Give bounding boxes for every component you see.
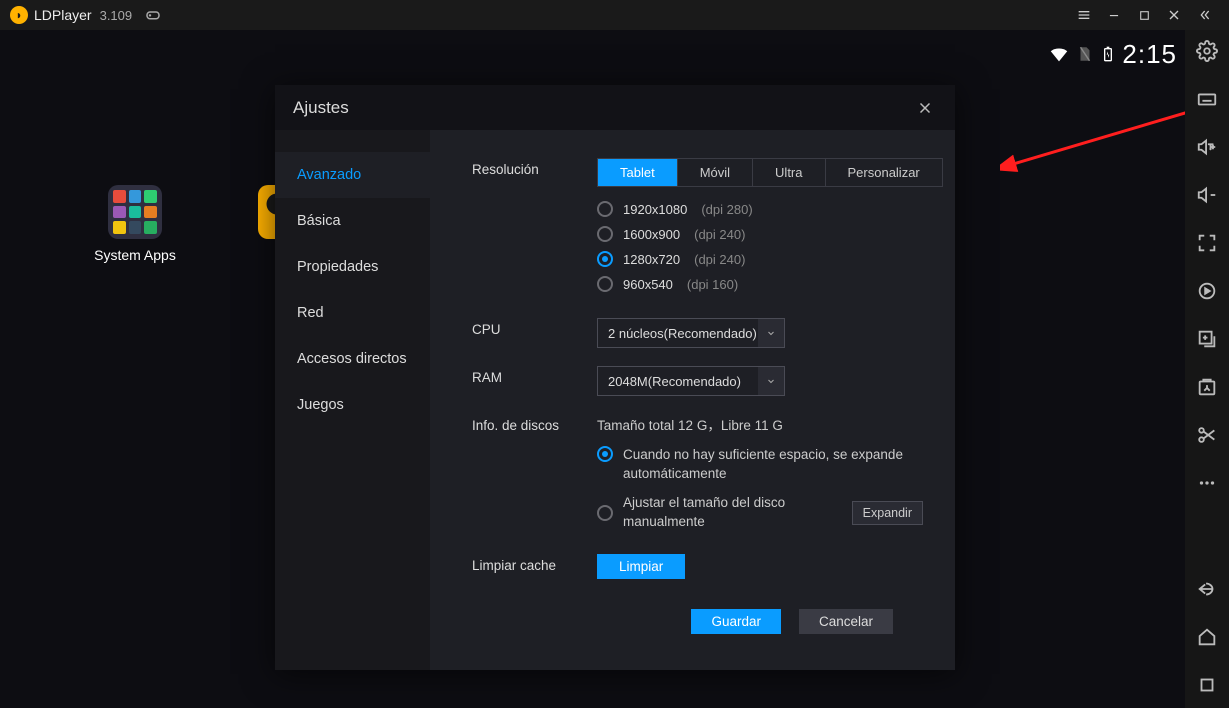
settings-icon[interactable] <box>1194 38 1220 64</box>
menu-button[interactable] <box>1069 0 1099 30</box>
right-toolbar <box>1185 30 1229 708</box>
clock-text: 2:15 <box>1122 39 1177 70</box>
dialog-footer: Guardar Cancelar <box>472 597 923 652</box>
ram-select[interactable]: 2048M(Recomendado) <box>597 366 785 396</box>
save-button[interactable]: Guardar <box>691 609 781 634</box>
disk-auto-text: Cuando no hay suficiente espacio, se exp… <box>623 446 903 484</box>
more-icon[interactable] <box>1194 470 1220 496</box>
battery-charging-icon <box>1100 43 1116 65</box>
disk-info-label: Info. de discos <box>472 414 597 433</box>
resolution-option[interactable]: 1600x900(dpi 240) <box>597 226 943 242</box>
clear-cache-button[interactable]: Limpiar <box>597 554 685 579</box>
settings-dialog: Ajustes Avanzado Básica Propiedades Red … <box>275 85 955 670</box>
android-home-icon[interactable] <box>1194 624 1220 650</box>
keyboard-icon[interactable] <box>1194 86 1220 112</box>
settings-content: Resolución Tablet Móvil Ultra Personaliz… <box>430 130 955 670</box>
disk-auto-radio[interactable] <box>597 446 613 462</box>
tab-tablet[interactable]: Tablet <box>598 159 678 186</box>
maximize-button[interactable] <box>1129 0 1159 30</box>
disk-summary: Tamaño total 12 G，Libre 11 G <box>597 414 923 434</box>
resolution-option[interactable]: 1280x720(dpi 240) <box>597 251 943 267</box>
sim-icon <box>1076 45 1094 63</box>
ram-label: RAM <box>472 366 597 385</box>
resolution-option[interactable]: 1920x1080(dpi 280) <box>597 201 943 217</box>
fullscreen-icon[interactable] <box>1194 230 1220 256</box>
nav-juegos[interactable]: Juegos <box>275 382 430 428</box>
close-window-button[interactable] <box>1159 0 1189 30</box>
android-back-icon[interactable] <box>1194 576 1220 602</box>
multi-instance-icon[interactable] <box>1194 326 1220 352</box>
expand-disk-button[interactable]: Expandir <box>852 501 923 525</box>
minimize-button[interactable] <box>1099 0 1129 30</box>
disk-manual-radio[interactable] <box>597 505 613 521</box>
dialog-title: Ajustes <box>293 98 913 118</box>
disk-manual-text: Ajustar el tamaño del disco manualmente <box>623 494 832 532</box>
tab-personalizar[interactable]: Personalizar <box>826 159 942 186</box>
cache-label: Limpiar cache <box>472 554 597 573</box>
dialog-header: Ajustes <box>275 85 955 130</box>
system-apps-shortcut[interactable]: System Apps <box>90 185 180 263</box>
resolution-tabstrip: Tablet Móvil Ultra Personalizar <box>597 158 943 187</box>
app-name: LDPlayer <box>34 7 92 23</box>
resolution-options: 1920x1080(dpi 280) 1600x900(dpi 240) 128… <box>597 201 943 292</box>
nav-propiedades[interactable]: Propiedades <box>275 244 430 290</box>
ram-select-value: 2048M(Recomendado) <box>608 374 741 389</box>
tab-ultra[interactable]: Ultra <box>753 159 825 186</box>
cancel-button[interactable]: Cancelar <box>799 609 893 634</box>
app-logo-icon: ◗ <box>10 6 28 24</box>
app-version: 3.109 <box>100 8 133 23</box>
title-bar: ◗ LDPlayer 3.109 <box>0 0 1229 30</box>
resolution-label: Resolución <box>472 158 597 177</box>
sync-icon[interactable] <box>1194 278 1220 304</box>
cpu-select-value: 2 núcleos(Recomendado) <box>608 326 757 341</box>
nav-accesos[interactable]: Accesos directos <box>275 336 430 382</box>
android-recent-icon[interactable] <box>1194 672 1220 698</box>
emulator-viewport: 2:15 System Apps LI Ajustes Avanzado Bás… <box>0 30 1185 708</box>
nav-red[interactable]: Red <box>275 290 430 336</box>
scissors-icon[interactable] <box>1194 422 1220 448</box>
resolution-option[interactable]: 960x540(dpi 160) <box>597 276 943 292</box>
collapse-sidebar-button[interactable] <box>1189 0 1219 30</box>
cpu-select[interactable]: 2 núcleos(Recomendado) <box>597 318 785 348</box>
chevron-down-icon <box>758 367 784 395</box>
annotation-arrow <box>1000 110 1200 190</box>
system-apps-label: System Apps <box>94 247 176 263</box>
tab-movil[interactable]: Móvil <box>678 159 753 186</box>
nav-avanzado[interactable]: Avanzado <box>275 152 430 198</box>
android-status-bar: 2:15 <box>1048 40 1177 68</box>
nav-basica[interactable]: Básica <box>275 198 430 244</box>
wifi-icon <box>1048 43 1070 65</box>
volume-down-icon[interactable] <box>1194 182 1220 208</box>
settings-nav: Avanzado Básica Propiedades Red Accesos … <box>275 130 430 670</box>
gamepad-icon <box>144 6 162 24</box>
volume-up-icon[interactable] <box>1194 134 1220 160</box>
chevron-down-icon <box>758 319 784 347</box>
dialog-close-button[interactable] <box>913 96 937 120</box>
app-brand: ◗ LDPlayer 3.109 <box>10 6 162 24</box>
apk-install-icon[interactable] <box>1194 374 1220 400</box>
cpu-label: CPU <box>472 318 597 337</box>
